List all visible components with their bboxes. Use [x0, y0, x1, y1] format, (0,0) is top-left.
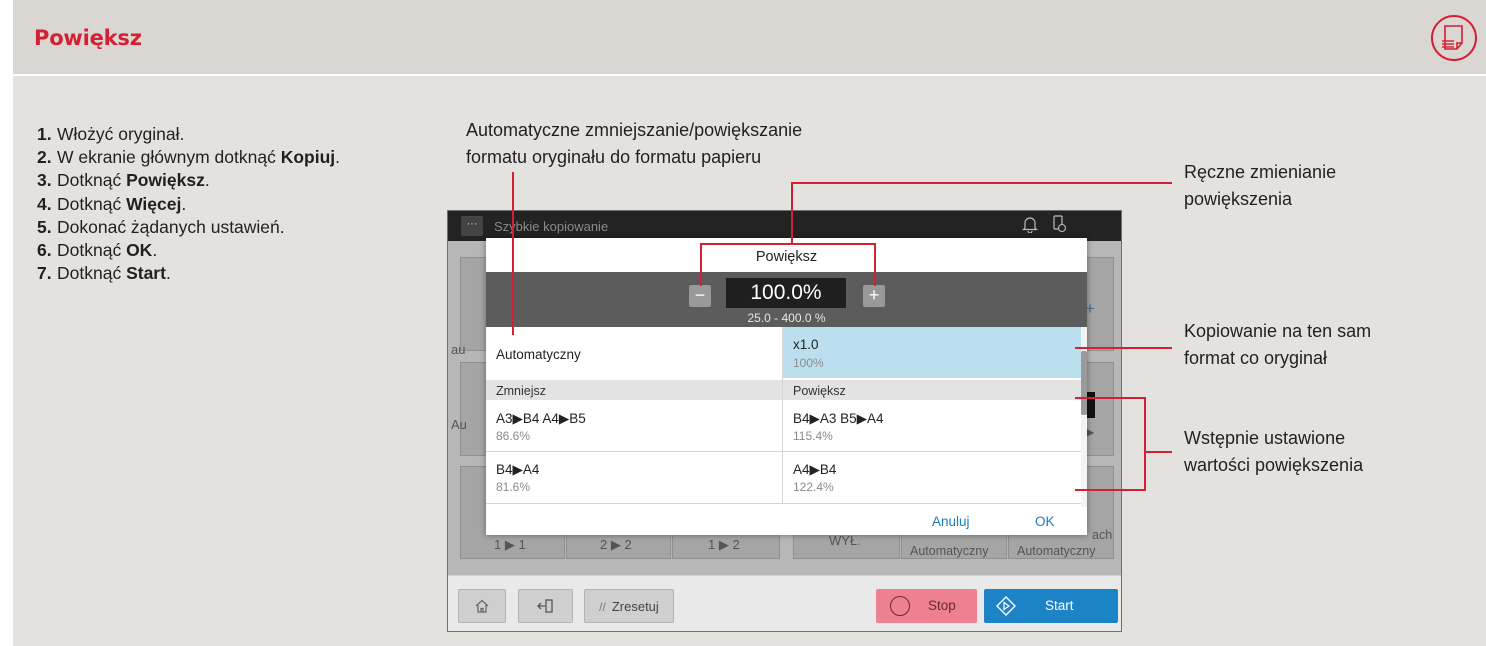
- step-item: 1. Włożyć oryginał.: [37, 124, 185, 144]
- annotation-auto: Automatyczne zmniejszanie/powiększanie f…: [466, 120, 803, 167]
- document-icon: [1431, 15, 1477, 61]
- ok-button[interactable]: OK: [1035, 514, 1055, 529]
- start-icon: [996, 596, 1016, 616]
- bg-label: WYŁ.: [829, 533, 861, 548]
- preset-reduce-2[interactable]: B4▶A4 81.6%: [486, 452, 782, 502]
- logout-icon: [536, 599, 553, 613]
- step-item: 5. Dokonać żądanych ustawień.: [37, 216, 285, 237]
- step-item: 7. Dotknąć Start.: [37, 263, 171, 284]
- preset-enlarge-2[interactable]: A4▶B4 122.4%: [783, 452, 1081, 502]
- steps-list: 1. Włożyć oryginał. 2. W ekranie głównym d…: [37, 123, 340, 285]
- logout-button[interactable]: [518, 589, 573, 623]
- page-title: Powiększ: [34, 26, 142, 50]
- title-bar: Powiększ: [13, 0, 1486, 76]
- preset-reduce-1[interactable]: A3▶B4 A4▶B5 86.6%: [486, 400, 782, 450]
- leader-line: [1075, 489, 1146, 491]
- leader-line: [700, 243, 876, 245]
- bg-label: 1 ▶ 2: [708, 537, 740, 552]
- preset-enlarge-1[interactable]: B4▶A3 B5▶A4 115.4%: [783, 400, 1081, 450]
- zoom-controls: − 100.0% + 25.0 - 400.0 %: [486, 272, 1087, 327]
- start-button[interactable]: Start: [984, 589, 1118, 623]
- device-status-icon[interactable]: [1048, 215, 1070, 237]
- bg-label: Au: [451, 417, 467, 432]
- row-divider: [486, 503, 1081, 504]
- home-icon: [475, 599, 489, 613]
- step-item: 2. W ekranie głównym dotknąć Kopiuj.: [37, 147, 341, 168]
- zoom-plus-button[interactable]: +: [863, 285, 885, 307]
- same-size-option[interactable]: x1.0 100%: [783, 327, 1081, 378]
- screen-bottom-bar: //Zresetuj Stop Start: [448, 575, 1121, 631]
- bg-label: 1 ▶ 1: [494, 537, 526, 552]
- screen-top-bar: ··· Szybkie kopiowanie: [448, 211, 1121, 241]
- annotation-presets: Wstępnie ustawione wartości powiększenia: [1184, 428, 1364, 475]
- annotation-same-size: Kopiowanie na ten sam format co oryginał: [1184, 321, 1372, 368]
- step-item: 3. Dotknąć Powiększ.: [37, 170, 210, 191]
- leader-line: [1146, 451, 1172, 453]
- column-divider: [782, 327, 783, 503]
- leader-line: [512, 172, 514, 335]
- leader-line: [700, 243, 702, 286]
- auto-option[interactable]: Automatyczny: [486, 327, 783, 378]
- stop-button[interactable]: Stop: [876, 589, 977, 623]
- stop-icon: [890, 596, 910, 616]
- zoom-range: 25.0 - 400.0 %: [747, 311, 826, 325]
- enlarge-header: Powiększ: [783, 380, 1081, 400]
- bg-label: ach: [1092, 528, 1113, 542]
- bg-label: Automatyczny: [910, 544, 989, 558]
- leader-line: [791, 182, 793, 244]
- leader-line: [874, 243, 876, 286]
- bg-label: Automatyczny: [1017, 544, 1096, 558]
- step-item: 6. Dotknąć OK.: [37, 240, 158, 261]
- annotation-manual: Ręczne zmienianie powiększenia: [1184, 162, 1337, 209]
- zoom-value[interactable]: 100.0%: [726, 278, 846, 308]
- bg-label: 2 ▶ 2: [600, 537, 632, 552]
- bell-icon[interactable]: [1019, 215, 1041, 237]
- reset-button[interactable]: //Zresetuj: [584, 589, 674, 623]
- menu-icon[interactable]: ···: [461, 216, 483, 236]
- reduce-header: Zmniejsz: [486, 380, 782, 400]
- leader-line: [1144, 397, 1146, 491]
- dialog-scrollbar[interactable]: [1081, 327, 1087, 507]
- leader-line: [1075, 397, 1146, 399]
- leader-line: [1075, 347, 1172, 349]
- reset-icon: //: [599, 600, 606, 614]
- zoom-dialog: Powiększ − 100.0% + 25.0 - 400.0 % Autom…: [486, 238, 1087, 535]
- home-button[interactable]: [458, 589, 506, 623]
- cancel-button[interactable]: Anuluj: [932, 514, 970, 529]
- bg-label: au: [451, 342, 466, 357]
- zoom-minus-button[interactable]: −: [689, 285, 711, 307]
- scroll-thumb[interactable]: [1081, 351, 1087, 415]
- step-item: 4. Dotknąć Więcej.: [37, 193, 187, 214]
- leader-line: [791, 182, 1172, 184]
